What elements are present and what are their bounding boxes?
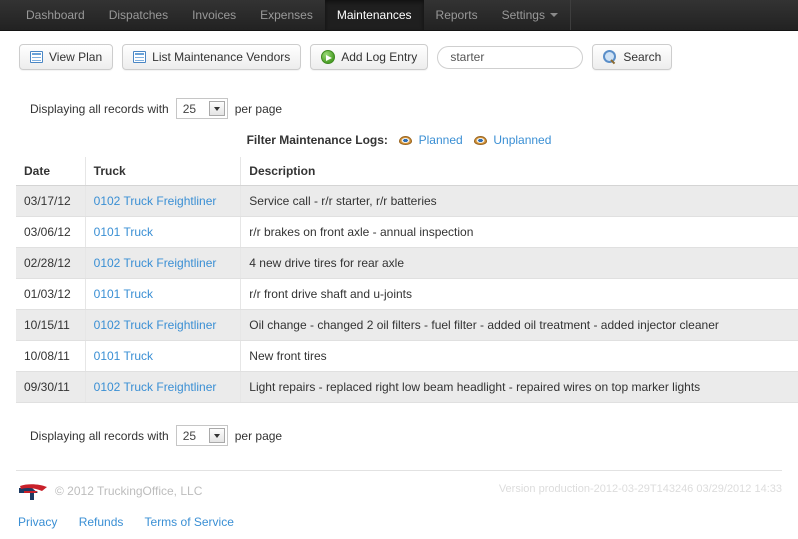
cell-description: 4 new drive tires for rear axle xyxy=(241,248,798,279)
list-icon xyxy=(30,51,43,63)
truck-link[interactable]: 0102 Truck Freightliner xyxy=(94,318,217,332)
nav-item-settings-label: Settings xyxy=(502,8,545,22)
paging-prefix-label: Displaying all records with xyxy=(30,102,169,116)
eye-icon xyxy=(474,136,487,145)
add-log-entry-button[interactable]: Add Log Entry xyxy=(310,44,428,70)
table-body: 03/17/12 0102 Truck Freightliner Service c… xyxy=(16,186,798,403)
cell-description: Oil change - changed 2 oil filters - fue… xyxy=(241,310,798,341)
cell-description: Light repairs - replaced right low beam … xyxy=(241,372,798,403)
chevron-down-icon xyxy=(550,13,558,17)
view-plan-button[interactable]: View Plan xyxy=(19,44,113,70)
cell-description: r/r brakes on front axle - annual inspec… xyxy=(241,217,798,248)
per-page-value: 25 xyxy=(183,102,196,116)
table-head: Date Truck Description Odometer Am xyxy=(16,157,798,186)
chevron-down-icon[interactable] xyxy=(209,428,225,443)
per-page-value: 25 xyxy=(183,429,196,443)
table-row: 01/03/12 0101 Truck r/r front drive shaft … xyxy=(16,279,798,310)
cell-truck: 0102 Truck Freightliner xyxy=(85,248,241,279)
paging-suffix-label: per page xyxy=(235,102,282,116)
nav-item-settings[interactable]: Settings xyxy=(490,0,570,30)
main-navigation: Dashboard Dispatches Invoices Expenses M… xyxy=(0,0,798,31)
paging-control-top: Displaying all records with 25 per page xyxy=(0,98,798,119)
table-row: 03/06/12 0101 Truck r/r brakes on front ax… xyxy=(16,217,798,248)
column-header-truck[interactable]: Truck xyxy=(85,157,241,186)
maintenance-logs-table: Date Truck Description Odometer Am 03/17… xyxy=(16,157,798,403)
search-button[interactable]: Search xyxy=(592,44,672,70)
truck-link[interactable]: 0101 Truck xyxy=(94,225,153,239)
view-plan-label: View Plan xyxy=(49,50,102,64)
page-footer: © 2012 TruckingOffice, LLC Version produ… xyxy=(0,471,798,501)
truckingoffice-logo xyxy=(18,484,48,501)
cell-truck: 0102 Truck Freightliner xyxy=(85,310,241,341)
maintenance-logs-table-container: Date Truck Description Odometer Am 03/17… xyxy=(0,157,798,403)
footer-link-refunds[interactable]: Refunds xyxy=(79,515,124,529)
truck-link[interactable]: 0102 Truck Freightliner xyxy=(94,256,217,270)
nav-item-maintenances[interactable]: Maintenances xyxy=(325,0,424,30)
truck-link[interactable]: 0101 Truck xyxy=(94,287,153,301)
table-row: 10/15/11 0102 Truck Freightliner Oil chang… xyxy=(16,310,798,341)
cell-description: r/r front drive shaft and u-joints xyxy=(241,279,798,310)
cell-date: 01/03/12 xyxy=(16,279,85,310)
filter-label: Filter Maintenance Logs: xyxy=(247,133,388,147)
table-row: 09/30/11 0102 Truck Freightliner Light rep… xyxy=(16,372,798,403)
nav-item-invoices[interactable]: Invoices xyxy=(180,0,248,30)
cell-truck: 0101 Truck xyxy=(85,217,241,248)
paging-control-bottom: Displaying all records with 25 per page xyxy=(0,425,798,446)
action-toolbar: View Plan List Maintenance Vendors Add L… xyxy=(0,44,798,70)
cell-date: 10/08/11 xyxy=(16,341,85,372)
paging-prefix-label: Displaying all records with xyxy=(30,429,169,443)
per-page-select-top[interactable]: 25 xyxy=(176,98,228,119)
copyright-text: © 2012 TruckingOffice, LLC xyxy=(55,483,202,500)
cell-date: 02/28/12 xyxy=(16,248,85,279)
footer-link-privacy[interactable]: Privacy xyxy=(18,515,57,529)
table-row: 03/17/12 0102 Truck Freightliner Service c… xyxy=(16,186,798,217)
per-page-select-bottom[interactable]: 25 xyxy=(176,425,228,446)
column-header-description[interactable]: Description xyxy=(241,157,798,186)
truck-link[interactable]: 0102 Truck Freightliner xyxy=(94,194,217,208)
cell-truck: 0101 Truck xyxy=(85,341,241,372)
version-text: Version production-2012-03-29T143246 03/… xyxy=(499,483,782,495)
table-row: 02/28/12 0102 Truck Freightliner 4 new dri… xyxy=(16,248,798,279)
table-header-row: Date Truck Description Odometer Am xyxy=(16,157,798,186)
nav-item-expenses[interactable]: Expenses xyxy=(248,0,325,30)
nav-item-reports[interactable]: Reports xyxy=(424,0,490,30)
paging-suffix-label: per page xyxy=(235,429,282,443)
search-icon xyxy=(603,50,617,64)
filter-maintenance-logs: Filter Maintenance Logs: Planned Unplann… xyxy=(0,133,798,147)
list-maintenance-vendors-label: List Maintenance Vendors xyxy=(152,50,290,64)
eye-icon xyxy=(399,136,412,145)
filter-planned-link[interactable]: Planned xyxy=(419,133,463,147)
cell-date: 10/15/11 xyxy=(16,310,85,341)
cell-date: 03/17/12 xyxy=(16,186,85,217)
search-button-label: Search xyxy=(623,50,661,64)
nav-item-dispatches[interactable]: Dispatches xyxy=(97,0,180,30)
footer-links: Privacy Refunds Terms of Service xyxy=(0,501,798,529)
footer-link-terms-of-service[interactable]: Terms of Service xyxy=(145,515,234,529)
search-input[interactable] xyxy=(437,46,583,69)
cell-date: 09/30/11 xyxy=(16,372,85,403)
cell-truck: 0102 Truck Freightliner xyxy=(85,186,241,217)
nav-divider xyxy=(570,0,571,30)
add-log-entry-label: Add Log Entry xyxy=(341,50,417,64)
truck-link[interactable]: 0101 Truck xyxy=(94,349,153,363)
nav-item-dashboard[interactable]: Dashboard xyxy=(14,0,97,30)
list-maintenance-vendors-button[interactable]: List Maintenance Vendors xyxy=(122,44,301,70)
cell-date: 03/06/12 xyxy=(16,217,85,248)
table-row: 10/08/11 0101 Truck New front tires xyxy=(16,341,798,372)
cell-truck: 0102 Truck Freightliner xyxy=(85,372,241,403)
column-header-date[interactable]: Date xyxy=(16,157,85,186)
list-icon xyxy=(133,51,146,63)
cell-truck: 0101 Truck xyxy=(85,279,241,310)
add-circle-icon xyxy=(321,50,335,64)
chevron-down-icon[interactable] xyxy=(209,101,225,116)
cell-description: Service call - r/r starter, r/r batterie… xyxy=(241,186,798,217)
cell-description: New front tires xyxy=(241,341,798,372)
filter-unplanned-link[interactable]: Unplanned xyxy=(493,133,551,147)
truck-link[interactable]: 0102 Truck Freightliner xyxy=(94,380,217,394)
